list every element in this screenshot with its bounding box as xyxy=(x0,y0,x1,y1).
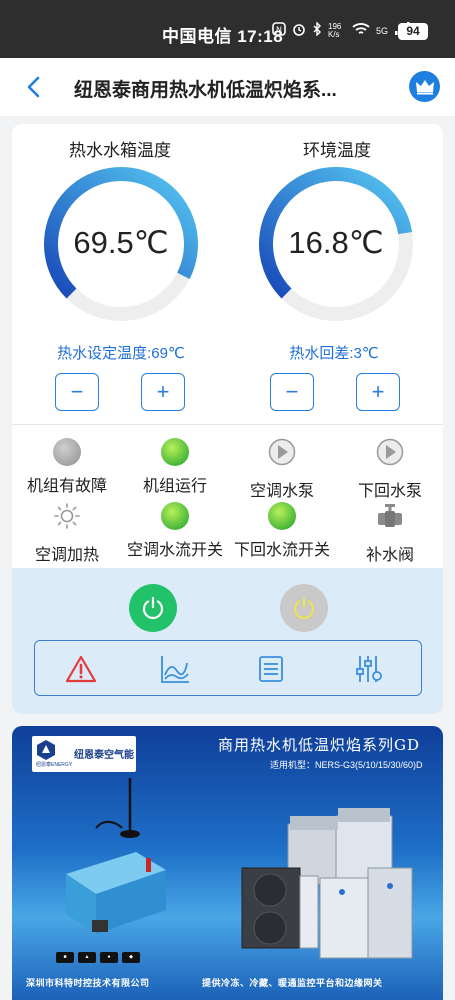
antenna-illustration xyxy=(95,778,140,838)
status-lower-return-flow-switch: 下回水流开关 xyxy=(227,502,337,560)
page-title: 纽恩泰商用热水机低温炽焰系... xyxy=(74,80,337,101)
status-lower-return-pump: 下回水泵 xyxy=(335,438,443,501)
status-unit-running: 机组运行 xyxy=(120,438,230,496)
curve-chart-icon xyxy=(161,656,189,683)
brand-logo: 纽恩泰空气能 纽恩泰ENERGY xyxy=(32,736,136,772)
divider xyxy=(12,424,443,425)
heat-pump-units-illustration xyxy=(241,808,413,959)
wifi-icon xyxy=(352,22,370,39)
power-on-button[interactable] xyxy=(129,584,177,632)
svg-text:N: N xyxy=(276,26,282,35)
nfc-icon: N xyxy=(272,22,286,39)
pump-icon xyxy=(376,438,404,466)
alarm-clock-icon xyxy=(292,22,306,39)
net-speed: 196 K/s xyxy=(328,21,342,39)
return-difference-plus-button[interactable]: + xyxy=(356,373,400,411)
gauge-title-water-tank: 热水水箱温度 xyxy=(69,141,171,160)
status-ac-water-pump: 空调水泵 xyxy=(227,438,337,501)
product-banner[interactable]: 纽恩泰空气能 纽恩泰ENERGY 商用热水机低温炽焰系列GD 适用机型：NERS… xyxy=(12,726,443,1000)
alarm-button[interactable] xyxy=(65,653,97,685)
alarm-icon xyxy=(65,655,97,683)
status-ac-heating: 空调加热 xyxy=(12,502,122,565)
curve-chart-button[interactable] xyxy=(159,653,191,685)
green-dot-icon xyxy=(161,438,189,466)
power-icon xyxy=(142,596,164,620)
list-icon xyxy=(259,656,283,682)
vip-button[interactable] xyxy=(409,71,440,102)
ambient-temperature-value: 16.8℃ xyxy=(288,225,384,260)
hot-water-return-difference: 热水回差:3℃ xyxy=(289,345,379,362)
power-off-button[interactable] xyxy=(280,584,328,632)
back-button[interactable] xyxy=(20,72,50,102)
water-tank-temperature-value: 69.5℃ xyxy=(73,225,169,260)
pump-icon xyxy=(268,438,296,466)
platform-badges: ■ ▲ ● ◆ xyxy=(56,952,140,963)
settings-sliders-icon xyxy=(356,656,382,682)
settings-button[interactable] xyxy=(353,653,385,685)
banner-model: 适用机型：NERS-G3(5/10/15/30/60)D xyxy=(270,760,423,770)
control-panel xyxy=(12,568,443,714)
banner-services: 提供冷冻、冷藏、暖通监控平台和边缘网关 xyxy=(202,978,383,988)
nav-bar: 纽恩泰商用热水机低温炽焰系... xyxy=(0,58,455,116)
hot-water-set-temperature: 热水设定温度:69℃ xyxy=(57,345,185,362)
bluetooth-icon xyxy=(312,21,322,39)
banner-company: 深圳市科特时控技术有限公司 xyxy=(26,978,150,988)
web-badge-icon: ◆ xyxy=(122,952,140,963)
ios-badge-icon: ● xyxy=(100,952,118,963)
crown-icon xyxy=(415,79,434,94)
heater-sun-icon xyxy=(54,503,80,529)
list-button[interactable] xyxy=(255,653,287,685)
carrier-time: 中国电信 17:18 xyxy=(162,27,284,46)
main-card: 热水水箱温度 69.5℃ 热水设定温度:69℃ − + 环境温度 16.8℃ 热… xyxy=(12,124,443,714)
gateway-device-illustration xyxy=(66,852,166,934)
battery-indicator: 94 xyxy=(398,23,428,40)
network-type: 5G xyxy=(376,25,389,36)
green-dot-icon xyxy=(268,502,296,530)
set-temperature-minus-button[interactable]: − xyxy=(55,373,99,411)
status-ac-flow-switch: 空调水流开关 xyxy=(120,502,230,560)
gauge-title-ambient: 环境温度 xyxy=(303,141,371,160)
return-difference-minus-button[interactable]: − xyxy=(270,373,314,411)
set-temperature-plus-button[interactable]: + xyxy=(141,373,185,411)
status-unit-fault: 机组有故障 xyxy=(12,438,122,496)
status-makeup-valve: 补水阀 xyxy=(335,502,443,565)
tool-bar xyxy=(34,640,422,696)
chevron-left-icon xyxy=(27,76,40,98)
status-icons: N 196 K/s 5G xyxy=(272,21,410,39)
gray-dot-icon xyxy=(53,438,81,466)
green-dot-icon xyxy=(161,502,189,530)
valve-icon xyxy=(378,504,402,527)
android-badge-icon: ▲ xyxy=(78,952,96,963)
logo-emblem-icon xyxy=(37,740,55,760)
banner-headline: 商用热水机低温炽焰系列GD xyxy=(218,736,421,754)
status-bar: 中国电信 17:18 N 196 K/s 5G 94 xyxy=(0,0,455,58)
app-badge-icon: ■ xyxy=(56,952,74,963)
power-icon xyxy=(294,597,314,619)
